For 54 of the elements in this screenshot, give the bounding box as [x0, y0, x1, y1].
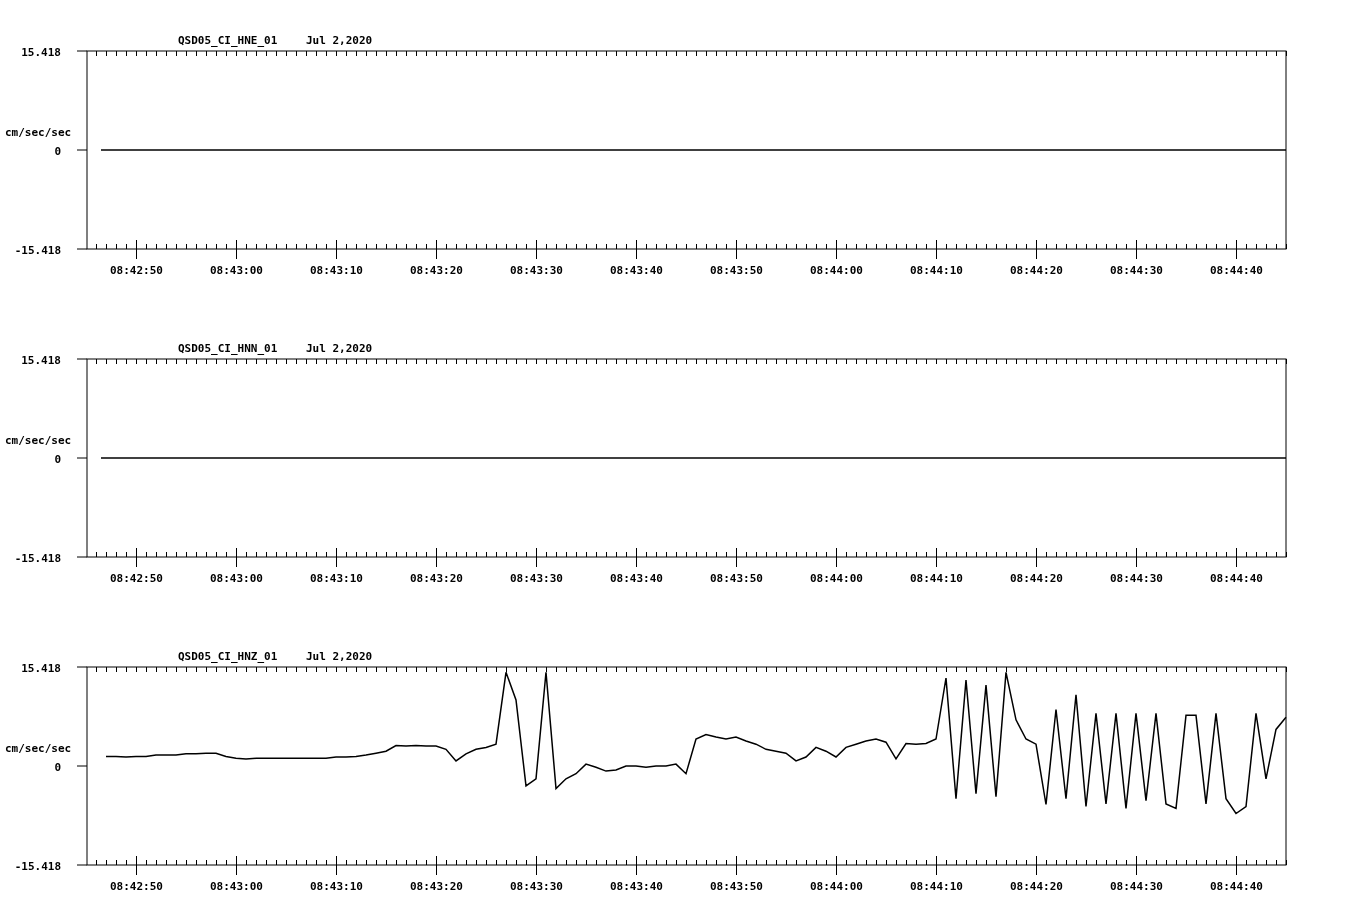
x-tick-label: 08:43:50	[710, 264, 763, 277]
x-tick-label: 08:43:40	[610, 880, 663, 893]
x-tick-label: 08:43:00	[210, 572, 263, 585]
x-tick-label: 08:43:00	[210, 264, 263, 277]
y-tick-label: 15.418	[21, 662, 61, 675]
x-tick-label: 08:43:10	[310, 264, 363, 277]
x-tick-label: 08:44:20	[1010, 880, 1063, 893]
x-tick-label: 08:42:50	[110, 572, 163, 585]
x-tick-label: 08:44:30	[1110, 880, 1163, 893]
x-tick-label: 08:43:50	[710, 572, 763, 585]
x-tick-label: 08:44:00	[810, 264, 863, 277]
y-tick-label: 0	[54, 453, 61, 466]
x-tick-label: 08:43:20	[410, 880, 463, 893]
x-tick-label: 08:43:40	[610, 572, 663, 585]
x-tick-label: 08:44:10	[910, 264, 963, 277]
y-tick-label: 15.418	[21, 46, 61, 59]
y-axis-label: cm/sec/sec	[5, 434, 72, 447]
x-tick-label: 08:44:40	[1210, 572, 1263, 585]
y-tick-label: 0	[54, 145, 61, 158]
x-tick-label: 08:44:00	[810, 880, 863, 893]
x-tick-label: 08:43:20	[410, 264, 463, 277]
y-axis-label: cm/sec/sec	[5, 742, 72, 755]
date-label: Jul 2,2020	[306, 650, 373, 663]
y-tick-label: -15.418	[14, 552, 61, 565]
x-tick-label: 08:44:30	[1110, 572, 1163, 585]
x-tick-label: 08:44:30	[1110, 264, 1163, 277]
x-tick-label: 08:44:40	[1210, 264, 1263, 277]
y-tick-label: -15.418	[14, 860, 61, 873]
x-tick-label: 08:43:00	[210, 880, 263, 893]
x-tick-label: 08:42:50	[110, 880, 163, 893]
x-tick-label: 08:43:10	[310, 880, 363, 893]
x-tick-label: 08:43:10	[310, 572, 363, 585]
x-tick-label: 08:43:30	[510, 264, 563, 277]
y-tick-label: 15.418	[21, 354, 61, 367]
x-tick-label: 08:44:40	[1210, 880, 1263, 893]
x-tick-label: 08:43:50	[710, 880, 763, 893]
x-tick-label: 08:43:40	[610, 264, 663, 277]
y-axis-label: cm/sec/sec	[5, 126, 72, 139]
x-tick-label: 08:43:30	[510, 880, 563, 893]
date-label: Jul 2,2020	[306, 342, 373, 355]
x-tick-label: 08:44:20	[1010, 264, 1063, 277]
y-tick-label: 0	[54, 761, 61, 774]
y-tick-label: -15.418	[14, 244, 61, 257]
x-tick-label: 08:43:30	[510, 572, 563, 585]
x-tick-label: 08:43:20	[410, 572, 463, 585]
date-label: Jul 2,2020	[306, 34, 373, 47]
x-tick-label: 08:44:10	[910, 880, 963, 893]
station-title: QSD05_CI_HNZ_01	[178, 650, 278, 663]
station-title: QSD05_CI_HNE_01	[178, 34, 278, 47]
x-tick-label: 08:44:20	[1010, 572, 1063, 585]
x-tick-label: 08:42:50	[110, 264, 163, 277]
x-tick-label: 08:44:10	[910, 572, 963, 585]
x-tick-label: 08:44:00	[810, 572, 863, 585]
station-title: QSD05_CI_HNN_01	[178, 342, 278, 355]
